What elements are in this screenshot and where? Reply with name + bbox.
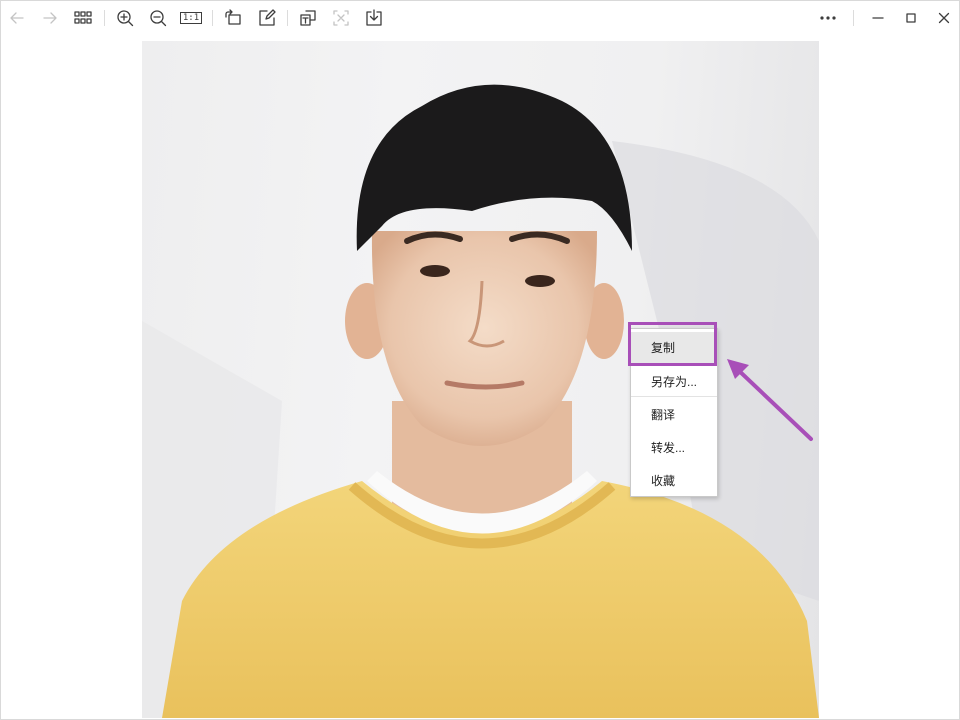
download-icon[interactable] [362, 6, 386, 30]
minimize-icon[interactable] [866, 6, 890, 30]
image-viewer-window: 1:1 复制 另存为... 翻译 转发... 收藏 [0, 0, 960, 720]
toolbar-separator [104, 10, 105, 26]
close-icon[interactable] [932, 6, 956, 30]
toolbar-separator [212, 10, 213, 26]
menu-item-favorite[interactable]: 收藏 [631, 465, 717, 498]
zoom-out-icon[interactable] [146, 6, 170, 30]
forward-arrow-icon[interactable] [38, 6, 62, 30]
more-icon[interactable] [816, 6, 840, 30]
menu-item-save-as[interactable]: 另存为... [631, 366, 717, 399]
back-arrow-icon[interactable] [5, 6, 29, 30]
menu-item-forward[interactable]: 转发... [631, 432, 717, 465]
grid-icon[interactable] [71, 6, 95, 30]
context-menu: 复制 另存为... 翻译 转发... 收藏 [630, 328, 718, 497]
toolbar-separator [287, 10, 288, 26]
actual-size-button[interactable]: 1:1 [179, 6, 203, 30]
zoom-in-icon[interactable] [113, 6, 137, 30]
menu-divider [631, 396, 717, 397]
actual-size-label: 1:1 [179, 12, 203, 24]
toolbar-separator [853, 10, 854, 26]
rotate-icon[interactable] [221, 6, 245, 30]
annotation-arrow-icon [727, 359, 813, 441]
menu-item-copy[interactable]: 复制 [631, 332, 717, 365]
maximize-icon[interactable] [899, 6, 923, 30]
edit-icon[interactable] [255, 6, 279, 30]
translate-icon[interactable] [296, 6, 320, 30]
scan-icon[interactable] [329, 6, 353, 30]
menu-item-translate[interactable]: 翻译 [631, 399, 717, 432]
toolbar: 1:1 [1, 1, 959, 35]
